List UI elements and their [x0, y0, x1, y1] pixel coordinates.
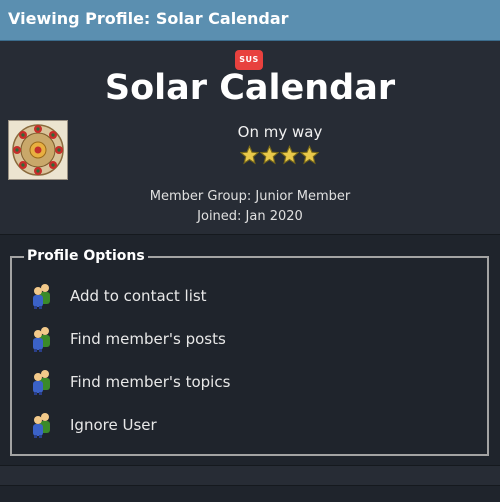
option-label: Find member's topics — [70, 373, 231, 391]
option-label: Add to contact list — [70, 287, 207, 305]
avatar[interactable] — [8, 120, 68, 180]
find-members-posts-link[interactable]: Find member's posts — [30, 324, 330, 354]
joined-date: Joined: Jan 2020 — [197, 209, 303, 224]
page-title: Viewing Profile: Solar Calendar — [8, 9, 289, 28]
star-icon — [240, 145, 259, 165]
users-icon — [33, 284, 50, 309]
profile-options-legend: Profile Options — [24, 248, 148, 264]
rating-stars — [240, 145, 319, 167]
add-to-contact-list-link[interactable]: Add to contact list — [30, 281, 330, 311]
find-members-topics-link[interactable]: Find member's topics — [30, 367, 330, 397]
member-group: Member Group: Junior Member — [149, 189, 351, 204]
star-icon — [260, 145, 279, 165]
solar-calendar-avatar-icon — [9, 121, 67, 179]
star-icon — [300, 145, 319, 165]
title-bar: Viewing Profile: Solar Calendar — [0, 0, 500, 41]
status-badge: SUS — [235, 50, 263, 70]
users-icon — [33, 327, 50, 352]
users-icon — [33, 413, 50, 438]
ignore-user-link[interactable]: Ignore User — [30, 410, 330, 440]
users-icon — [33, 370, 50, 395]
footer-band — [0, 465, 500, 486]
option-label: Ignore User — [70, 416, 157, 434]
star-icon — [280, 145, 299, 165]
footer-spacer — [0, 486, 500, 502]
profile-options-panel: Profile Options Add to contact list Find… — [10, 248, 489, 456]
username: Solar Calendar — [104, 68, 396, 108]
profile-status: On my way — [237, 123, 323, 141]
option-label: Find member's posts — [70, 330, 226, 348]
profile-card: SUS Solar Calendar On my way Member Grou… — [0, 41, 500, 235]
